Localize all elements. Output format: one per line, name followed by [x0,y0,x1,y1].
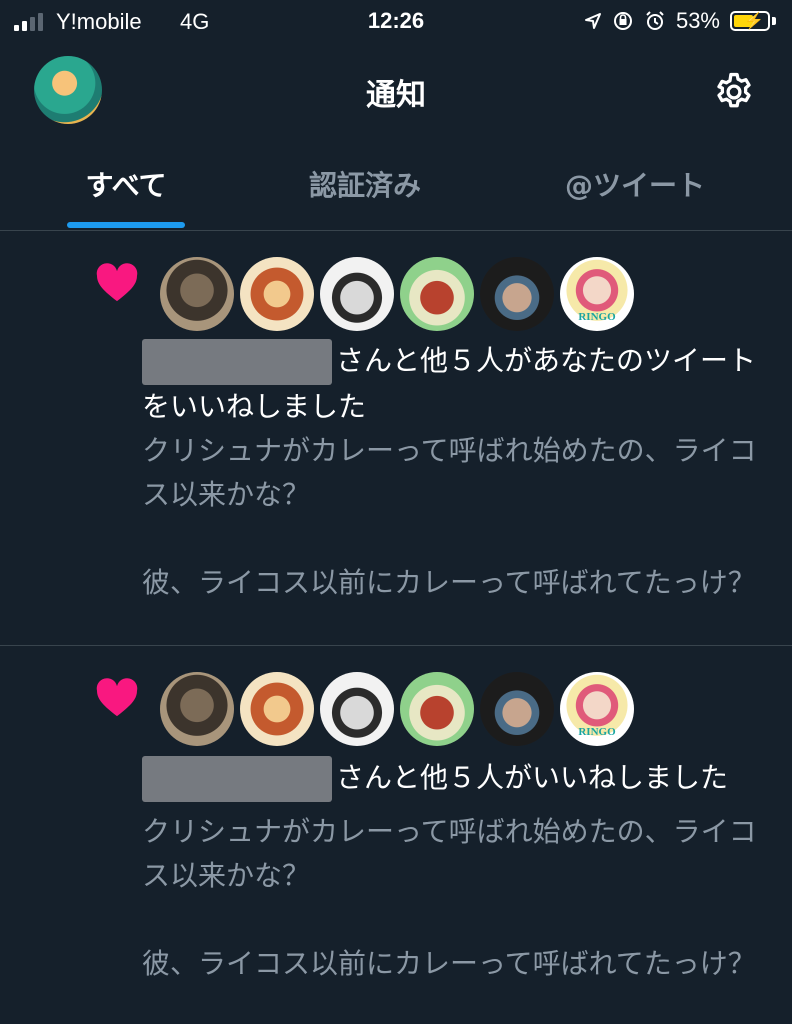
notification-action: さんと他５人があなたのツイートをいいねしました [142,339,762,429]
avatar[interactable] [400,257,474,331]
tweet-text: 彼、ライコス以前にカレーって呼ばれてたっけ？ [142,566,756,599]
settings-gear-icon[interactable] [712,70,756,114]
notification-tabs: すべて 認証済み @ツイート [0,150,792,231]
redacted-username [142,756,332,802]
avatar[interactable] [160,257,234,331]
orientation-lock-icon [613,12,632,30]
tab-mentions[interactable]: @ツイート [550,164,720,204]
battery-charging-icon: ⚡ [730,11,770,31]
battery-cap [772,17,776,25]
avatar[interactable] [480,257,554,331]
tweet-text: クリシュナがカレーって呼ばれ始めたの、ライコス以来かな？ [142,434,757,511]
notification-action: さんと他５人がいいねしました [142,756,762,802]
active-tab-indicator [67,222,185,228]
liker-avatars: RINGO [160,257,634,331]
notification-item[interactable]: RINGO さんと他５人がいいねしました クリシュナがカレーって呼ばれ始めたの、… [0,646,792,1024]
battery-percent: 53% [675,8,720,33]
page-title: 通知 [366,78,426,113]
tweet-preview: クリシュナがカレーって呼ばれ始めたの、ライコス以来かな？ 彼、ライコス以前にカレ… [142,810,762,986]
liker-avatars: RINGO [160,672,634,746]
tweet-text: クリシュナがカレーって呼ばれ始めたの、ライコス以来かな？ [142,815,757,892]
avatar[interactable] [320,257,394,331]
heart-icon [96,263,138,302]
alarm-icon [646,11,664,30]
notification-item[interactable]: RINGO さんと他５人があなたのツイートをいいねしました クリシュナがカレーっ… [0,231,792,646]
avatar[interactable] [240,257,314,331]
app-header: 通知 [0,48,792,132]
avatar[interactable] [480,672,554,746]
avatar-tag: RINGO [578,311,616,323]
avatar[interactable]: RINGO [560,257,634,331]
avatar[interactable] [320,672,394,746]
redacted-username [142,339,332,385]
heart-icon [96,678,138,717]
location-icon [584,13,601,29]
tweet-text: 彼、ライコス以前にカレーって呼ばれてたっけ？ [142,947,756,980]
avatar-tag: RINGO [578,726,616,738]
action-text: さんと他５人がいいねしました [336,761,729,794]
status-indicators: 53% ⚡ [584,8,776,34]
tab-verified[interactable]: 認証済み [290,164,440,204]
avatar[interactable] [400,672,474,746]
status-bar: Y!mobile 4G 12:26 53% ⚡ [0,0,792,44]
tab-all[interactable]: すべて [67,164,185,204]
avatar[interactable] [240,672,314,746]
avatar[interactable] [160,672,234,746]
tweet-preview: クリシュナがカレーって呼ばれ始めたの、ライコス以来かな？ 彼、ライコス以前にカレ… [142,429,762,605]
avatar[interactable]: RINGO [560,672,634,746]
